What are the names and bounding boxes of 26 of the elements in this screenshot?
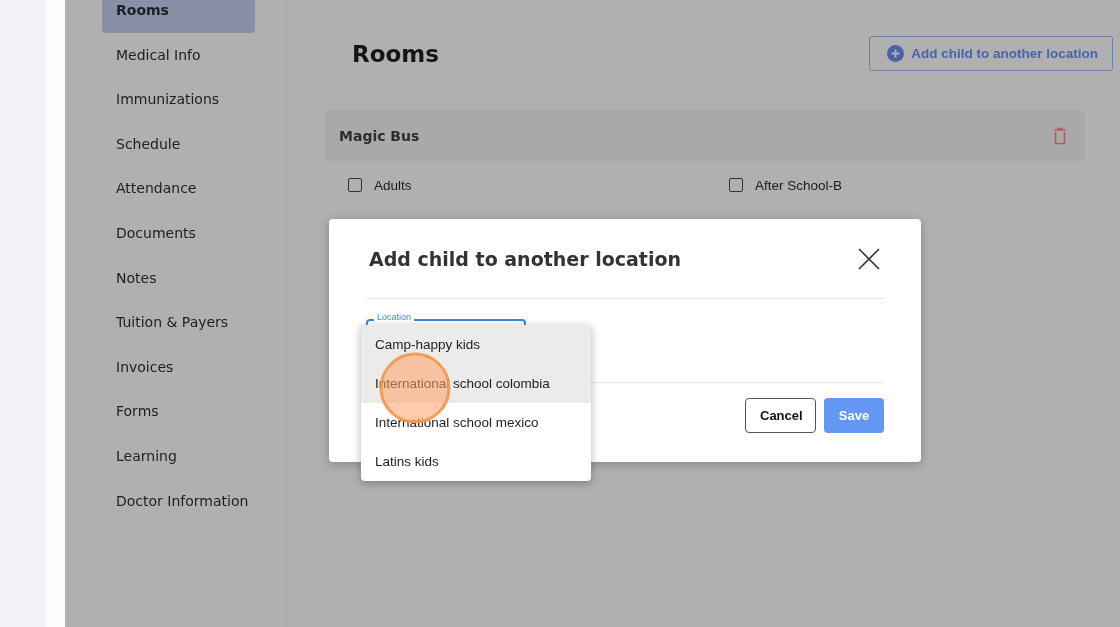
dropdown-option[interactable]: Latins kids — [361, 442, 591, 481]
sidebar-item[interactable]: Learning — [102, 433, 255, 479]
dropdown-option[interactable]: International school mexico — [361, 403, 591, 442]
group-name: Magic Bus — [339, 127, 420, 144]
page-title: Rooms — [352, 40, 439, 67]
plus-circle-icon — [887, 45, 905, 62]
sidebar-item[interactable]: Tuition & Payers — [102, 300, 255, 345]
checkbox[interactable] — [729, 178, 743, 192]
sidebar-item[interactable]: Invoices — [102, 344, 255, 390]
dropdown-option[interactable]: Camp-happy kids — [361, 325, 591, 364]
sidebar-item[interactable]: Doctor Information — [102, 478, 255, 524]
sidebar-item[interactable]: Rooms — [102, 0, 255, 33]
sidebar-item[interactable]: Documents — [102, 210, 255, 256]
checkbox[interactable] — [348, 178, 362, 192]
sidebar-item[interactable]: Notes — [102, 255, 255, 301]
sidebar-item[interactable]: Forms — [102, 389, 255, 434]
dialog-title: Add child to another location — [369, 247, 681, 270]
sidebar-item[interactable]: Schedule — [102, 121, 255, 167]
room-label: After School-B — [755, 177, 843, 193]
close-icon[interactable] — [857, 246, 881, 271]
sidebar-item[interactable]: Attendance — [102, 166, 255, 211]
sidebar-item[interactable]: Medical Info — [102, 32, 255, 78]
sidebar-item[interactable]: Immunizations — [102, 77, 255, 122]
cancel-button[interactable]: Cancel — [745, 398, 816, 433]
room-label: Adults — [374, 177, 412, 193]
dropdown-option[interactable]: International school colombia — [361, 364, 591, 403]
